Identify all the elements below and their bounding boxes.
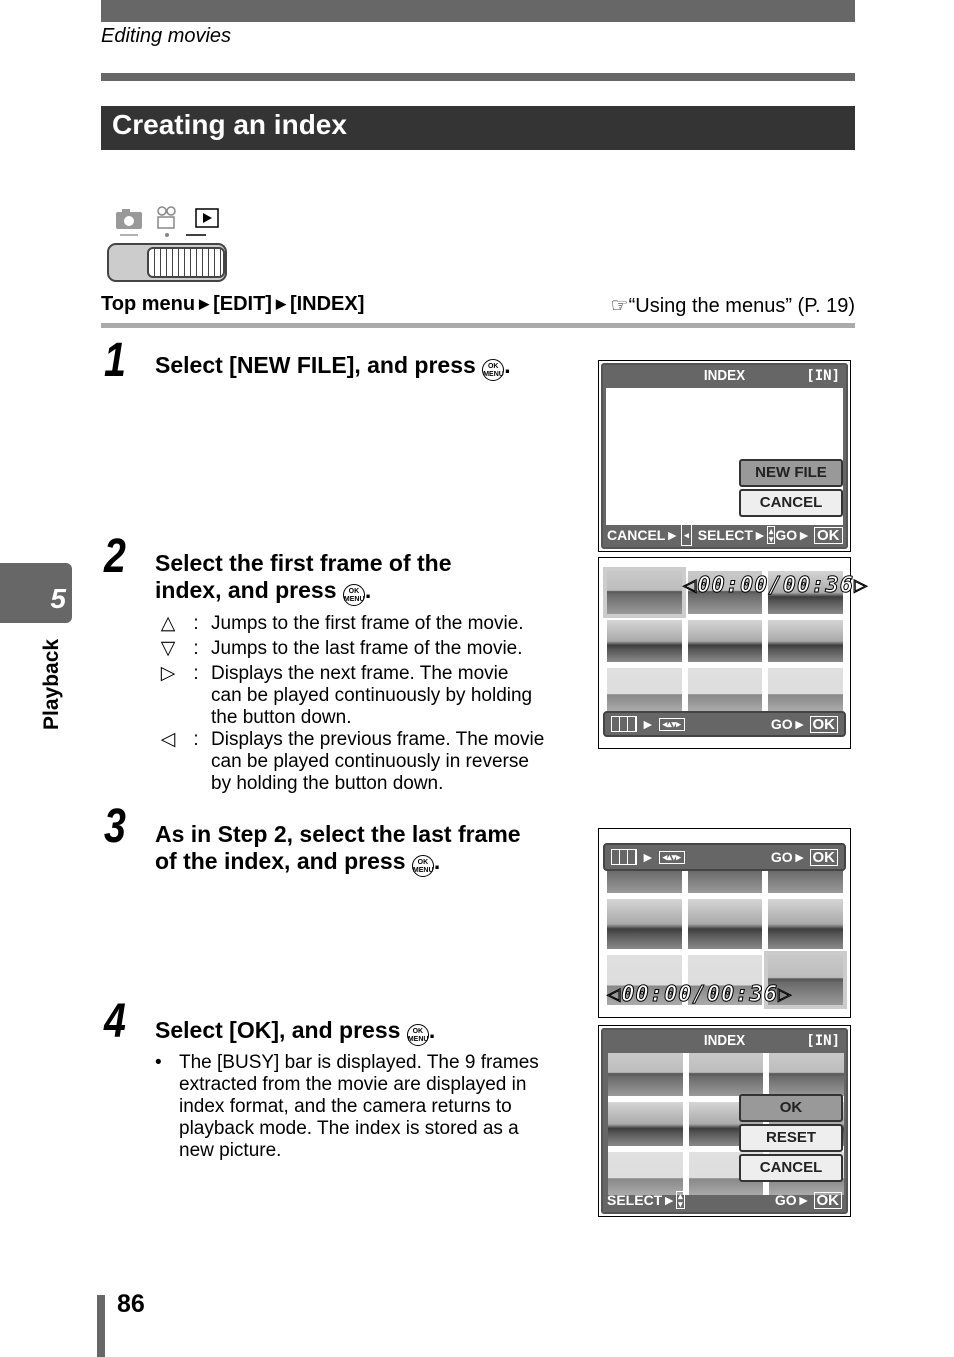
step-heading: As in Step 2, select the last frame of th… [155, 821, 521, 877]
screen-title: INDEX [615, 365, 834, 387]
left-button-icon: ◂ [681, 524, 692, 546]
ok-icon: OK [814, 526, 843, 544]
movie-icon [157, 206, 176, 237]
memory-indicator: [IN] [806, 368, 840, 384]
screen-footer: SELECT ► ▴ ▾ GO ► OK [607, 1190, 842, 1210]
step-heading: Select the first frame of the index, and … [155, 550, 452, 606]
step-4-note: • The [BUSY] bar is displayed. The 9 fram… [155, 1052, 539, 1161]
up-arrow-icon: △ [160, 613, 176, 634]
menu-option-cancel[interactable]: CANCEL [739, 489, 843, 517]
timecode: ◁00:00/00:36▷ [682, 573, 869, 599]
screen-header: ► ◂▴▾▸ GO ► OK [603, 843, 846, 871]
playback-icon [186, 208, 219, 236]
chapter-label: Playback [40, 638, 63, 730]
key-item: △: Jumps to the first frame of the movie. [155, 613, 555, 635]
menu-path-item: Top menu [101, 293, 196, 315]
step-number: 3 [104, 800, 126, 853]
chapter-tab: 5 [0, 563, 72, 623]
dpad-icon: ◂▴▾▸ [658, 717, 685, 731]
menu-option-ok[interactable]: OK [739, 1094, 843, 1122]
arrow-right-icon: ▶ [199, 296, 210, 311]
frame-thumbnail[interactable] [607, 668, 682, 711]
frame-thumbnail [608, 1151, 683, 1195]
lcd-screen-new-file: INDEX [IN] NEW FILE CANCEL CANCEL ► ◂ SELE… [598, 360, 851, 552]
camera-icon [116, 209, 142, 236]
ok-icon: OK [809, 715, 838, 733]
menu-path-item: [EDIT] [213, 293, 272, 315]
up-down-button-icon: ▴ ▾ [676, 1191, 685, 1209]
menu-path-item: [INDEX] [289, 293, 365, 315]
hand-pointer-icon: ☞ [610, 295, 629, 317]
index-grid-icon [611, 716, 637, 732]
header-bar [101, 0, 855, 22]
step-heading: Select [NEW FILE], and press OK MENU. [155, 352, 511, 381]
ok-menu-icon: OK MENU [406, 1024, 429, 1046]
ok-menu-icon: OK MENU [342, 584, 365, 606]
menu-option-new-file[interactable]: NEW FILE [739, 459, 843, 487]
memory-indicator: [IN] [806, 1033, 840, 1049]
mode-dial-slider [107, 243, 227, 282]
key-item: ▷: Displays the next frame. The movie can… [155, 663, 555, 729]
section-title: Creating an index [101, 106, 855, 150]
ok-icon: OK [809, 848, 838, 866]
step-2-key-list: △: Jumps to the first frame of the movie.… [155, 613, 555, 729]
arrow-right-icon: ▶ [275, 296, 286, 311]
screen-footer: ► ◂▴▾▸ GO ► OK [603, 711, 846, 737]
lcd-screen-first-frame: ◁00:00/00:36▷ ► ◂▴▾▸ GO ► OK [598, 557, 868, 749]
ok-menu-icon: OK MENU [482, 359, 505, 381]
page-number: 86 [117, 1290, 145, 1318]
menu-option-cancel[interactable]: CANCEL [739, 1154, 843, 1182]
frame-thumbnail [608, 1053, 683, 1097]
up-down-button-icon: ▴ ▾ [766, 526, 776, 544]
step-heading: Select [OK], and press OK MENU. [155, 1017, 435, 1046]
timecode: ◁00:00/00:36▷ [606, 982, 793, 1008]
frame-thumbnail[interactable] [768, 619, 843, 663]
page-number-bar [97, 1295, 105, 1357]
running-head: Editing movies [101, 25, 232, 47]
right-arrow-icon: ▷ [160, 663, 176, 684]
down-arrow-icon: ▽ [160, 638, 176, 659]
ok-menu-icon: OK MENU [411, 855, 434, 877]
reference-link[interactable]: ☞“Using the menus” (P. 19) [611, 293, 855, 318]
frame-thumbnail[interactable] [687, 668, 763, 711]
frame-thumbnail[interactable] [607, 619, 682, 663]
menu-path: Top menu ▶ [EDIT] ▶ [INDEX] [101, 293, 364, 316]
index-grid-icon [611, 849, 637, 865]
section-rule [101, 323, 855, 328]
dpad-icon: ◂▴▾▸ [658, 850, 685, 864]
left-arrow-icon: ◁ [160, 729, 176, 750]
key-item: ▽: Jumps to the last frame of the movie. [155, 638, 555, 660]
lcd-screen-last-frame: ► ◂▴▾▸ GO ► OK ◁00:00/00:36▷ [598, 828, 851, 1018]
reference-text: “Using the menus” (P. 19) [628, 295, 855, 317]
frame-thumbnail[interactable] [607, 899, 682, 949]
frame-thumbnail[interactable] [768, 668, 843, 711]
step-number: 1 [104, 334, 126, 387]
step-number: 4 [104, 995, 126, 1048]
step-number: 2 [104, 530, 126, 583]
frame-thumbnail[interactable] [687, 619, 763, 663]
ok-icon: OK [813, 1191, 842, 1209]
screen-title: INDEX [615, 1030, 834, 1052]
mode-icons [116, 206, 219, 237]
screen-footer: CANCEL ► ◂ SELECT ► ▴ ▾ GO ► OK [607, 524, 843, 546]
frame-thumbnail[interactable] [768, 899, 843, 949]
frame-thumbnail [769, 1053, 844, 1097]
header-rule [101, 73, 855, 81]
lcd-screen-confirm: INDEX [IN] OK RESET CANCEL SELECT ► ▴ ▾ GO ►… [598, 1025, 851, 1217]
frame-thumbnail[interactable] [687, 899, 763, 949]
frame-thumbnail [688, 1053, 764, 1097]
frame-thumbnail [608, 1102, 683, 1146]
frame-thumbnail[interactable] [603, 567, 686, 618]
menu-option-reset[interactable]: RESET [739, 1124, 843, 1152]
